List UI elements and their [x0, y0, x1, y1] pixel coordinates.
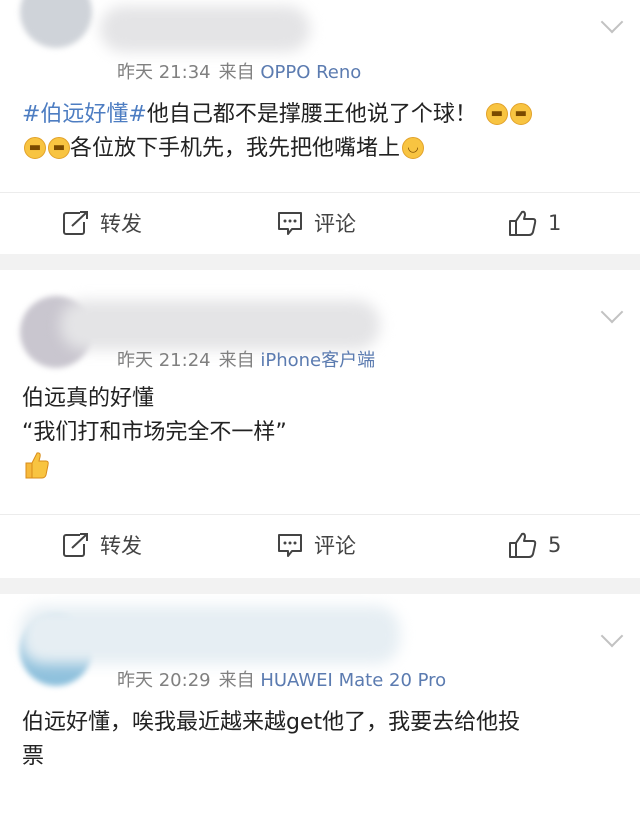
repost-icon — [63, 533, 88, 557]
source-prefix: 来自 — [218, 670, 255, 691]
username-blurred[interactable] — [20, 606, 400, 664]
timestamp: 昨天 21:34 — [117, 62, 211, 83]
comment-card: 昨天 21:34 来自 OPPO Reno #伯远好懂#他自己都不是撑腰王他说了个… — [0, 0, 640, 254]
comment-line: “我们打和市场完全不一样” — [22, 420, 287, 445]
like-count: 1 — [548, 211, 562, 235]
like-count: 5 — [548, 533, 562, 557]
comment-card: 昨天 21:24 来自 iPhone客户端 伯远真的好懂 “我们打和市场完全不一样… — [0, 270, 640, 578]
repost-button[interactable]: 转发 — [62, 193, 142, 253]
source-device[interactable]: HUAWEI Mate 20 Pro — [260, 670, 446, 691]
comment-line: 伯远好懂，唉我最近越来越get他了，我要去给他投 — [22, 710, 521, 735]
comment-meta: 昨天 21:34 来自 OPPO Reno — [117, 58, 361, 84]
username-blurred[interactable] — [100, 6, 310, 52]
comment-card: 昨天 20:29 来自 HUAWEI Mate 20 Pro 伯远好懂，唉我最近越… — [0, 594, 640, 814]
repost-button[interactable]: 转发 — [62, 515, 142, 575]
repost-label: 转发 — [100, 534, 142, 558]
comment-line: 伯远真的好懂 — [22, 386, 155, 411]
comment-meta: 昨天 20:29 来自 HUAWEI Mate 20 Pro — [117, 666, 446, 692]
like-button[interactable]: 1 — [508, 193, 561, 253]
comment-line: 各位放下手机先，我先把他嘴堵上 — [70, 136, 401, 161]
action-bar: 转发 评论 5 — [0, 514, 640, 575]
comment-text: 伯远真的好懂 “我们打和市场完全不一样” — [22, 382, 624, 491]
wink-emoji-icon: ◡ — [402, 137, 425, 159]
like-button[interactable]: 5 — [508, 515, 561, 575]
comment-button[interactable]: 评论 — [276, 515, 356, 575]
action-bar: 转发 评论 1 — [0, 192, 640, 253]
comment-line: 他自己都不是撑腰王他说了个球！ — [146, 102, 477, 127]
source-prefix: 来自 — [218, 350, 255, 371]
grin-emoji-icon: ▬ — [485, 103, 508, 125]
repost-icon — [63, 211, 88, 235]
comment-line: 票 — [22, 744, 45, 769]
timestamp: 昨天 20:29 — [117, 670, 211, 691]
grin-emoji-icon: ▬ — [24, 137, 46, 159]
topic-tag[interactable]: #伯远好懂# — [22, 102, 147, 127]
thumbs-up-icon — [509, 532, 537, 558]
comment-label: 评论 — [314, 212, 356, 236]
comment-button[interactable]: 评论 — [276, 193, 356, 253]
source-prefix: 来自 — [218, 62, 255, 83]
chevron-down-icon[interactable] — [600, 10, 624, 34]
comment-text: #伯远好懂#他自己都不是撑腰王他说了个球！ ▬ ▬ ▬ ▬ 各位放下手机先，我先把他嘴… — [22, 98, 624, 166]
thumbs-up-emoji-icon — [22, 450, 50, 479]
avatar[interactable] — [20, 0, 92, 48]
comment-meta: 昨天 21:24 来自 iPhone客户端 — [117, 346, 375, 372]
chevron-down-icon[interactable] — [600, 300, 624, 324]
comment-label: 评论 — [314, 534, 356, 558]
comment-icon — [278, 534, 302, 557]
repost-label: 转发 — [100, 212, 142, 236]
grin-emoji-icon: ▬ — [48, 137, 70, 159]
timestamp: 昨天 21:24 — [117, 350, 211, 371]
source-device[interactable]: iPhone客户端 — [260, 350, 375, 371]
chevron-down-icon[interactable] — [600, 624, 624, 648]
thumbs-up-icon — [509, 210, 537, 236]
comment-text: 伯远好懂，唉我最近越来越get他了，我要去给他投 票 — [22, 706, 624, 774]
grin-emoji-icon: ▬ — [509, 103, 532, 125]
username-blurred[interactable] — [60, 300, 380, 350]
source-device[interactable]: OPPO Reno — [260, 62, 361, 83]
comment-icon — [278, 212, 302, 235]
